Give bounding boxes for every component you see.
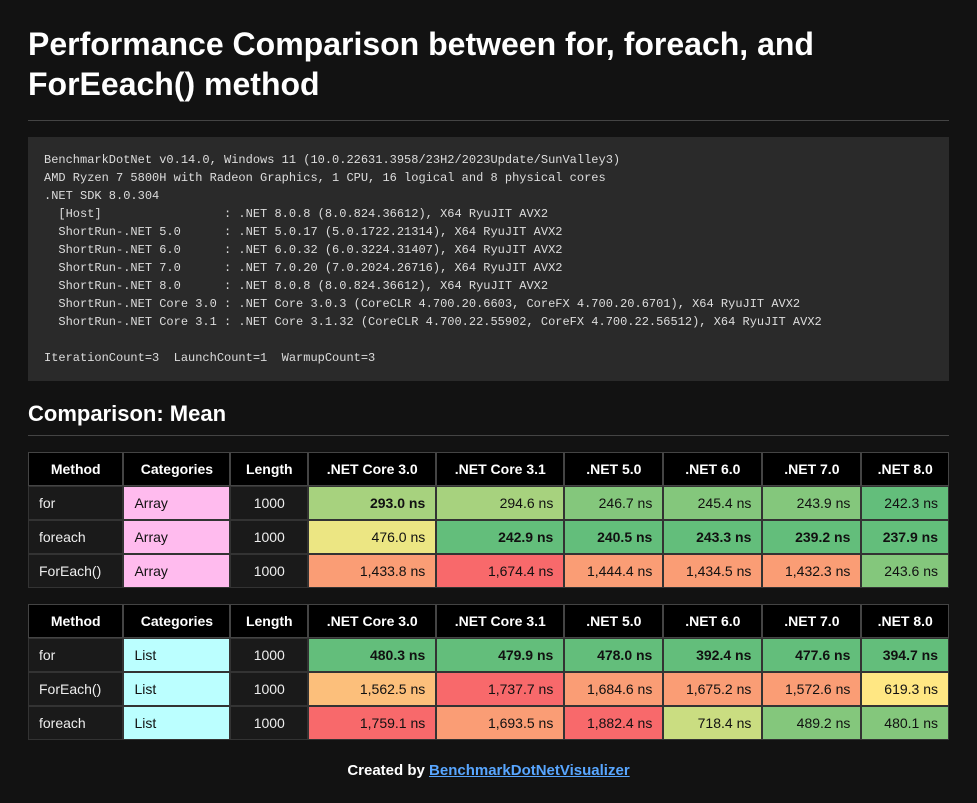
divider <box>28 120 949 121</box>
value-cell: 1,693.5 ns <box>436 706 564 740</box>
value-cell: 242.9 ns <box>436 520 564 554</box>
category-cell: List <box>123 672 230 706</box>
value-cell: 489.2 ns <box>762 706 861 740</box>
category-cell: Array <box>123 486 230 520</box>
col-header: .NET 6.0 <box>663 604 762 638</box>
value-cell: 246.7 ns <box>564 486 663 520</box>
footer-prefix: Created by <box>347 762 429 779</box>
value-cell: 1,434.5 ns <box>663 554 762 588</box>
method-cell: ForEach() <box>28 554 123 588</box>
value-cell: 293.0 ns <box>308 486 436 520</box>
value-cell: 240.5 ns <box>564 520 663 554</box>
length-cell: 1000 <box>230 638 308 672</box>
category-cell: Array <box>123 554 230 588</box>
category-cell: List <box>123 638 230 672</box>
category-cell: Array <box>123 520 230 554</box>
divider <box>28 435 949 436</box>
value-cell: 394.7 ns <box>861 638 949 672</box>
col-header: Length <box>230 452 308 486</box>
col-header: Length <box>230 604 308 638</box>
col-header: Categories <box>123 604 230 638</box>
value-cell: 1,675.2 ns <box>663 672 762 706</box>
length-cell: 1000 <box>230 520 308 554</box>
category-cell: List <box>123 706 230 740</box>
value-cell: 1,737.7 ns <box>436 672 564 706</box>
environment-info: BenchmarkDotNet v0.14.0, Windows 11 (10.… <box>28 137 949 381</box>
value-cell: 1,562.5 ns <box>308 672 436 706</box>
value-cell: 1,432.3 ns <box>762 554 861 588</box>
value-cell: 480.3 ns <box>308 638 436 672</box>
table-row: ForEach()Array10001,433.8 ns1,674.4 ns1,… <box>28 554 949 588</box>
value-cell: 480.1 ns <box>861 706 949 740</box>
value-cell: 1,433.8 ns <box>308 554 436 588</box>
method-cell: foreach <box>28 520 123 554</box>
table-row: forList1000480.3 ns479.9 ns478.0 ns392.4… <box>28 638 949 672</box>
col-header: .NET 6.0 <box>663 452 762 486</box>
method-cell: for <box>28 486 123 520</box>
value-cell: 243.3 ns <box>663 520 762 554</box>
value-cell: 479.9 ns <box>436 638 564 672</box>
col-header: .NET Core 3.0 <box>308 604 436 638</box>
comparison-heading: Comparison: Mean <box>28 401 949 427</box>
col-header: .NET Core 3.0 <box>308 452 436 486</box>
col-header: Categories <box>123 452 230 486</box>
footer: Created by BenchmarkDotNetVisualizer <box>28 762 949 779</box>
col-header: .NET 8.0 <box>861 604 949 638</box>
col-header: Method <box>28 604 123 638</box>
value-cell: 294.6 ns <box>436 486 564 520</box>
col-header: .NET Core 3.1 <box>436 452 564 486</box>
length-cell: 1000 <box>230 554 308 588</box>
value-cell: 239.2 ns <box>762 520 861 554</box>
value-cell: 1,674.4 ns <box>436 554 564 588</box>
method-cell: for <box>28 638 123 672</box>
footer-link[interactable]: BenchmarkDotNetVisualizer <box>429 762 630 779</box>
value-cell: 245.4 ns <box>663 486 762 520</box>
value-cell: 478.0 ns <box>564 638 663 672</box>
table-row: foreachArray1000476.0 ns242.9 ns240.5 ns… <box>28 520 949 554</box>
value-cell: 477.6 ns <box>762 638 861 672</box>
col-header: .NET 7.0 <box>762 604 861 638</box>
benchmark-table: MethodCategoriesLength.NET Core 3.0.NET … <box>28 452 949 588</box>
value-cell: 1,759.1 ns <box>308 706 436 740</box>
value-cell: 243.9 ns <box>762 486 861 520</box>
value-cell: 237.9 ns <box>861 520 949 554</box>
col-header: .NET 5.0 <box>564 452 663 486</box>
table-row: foreachList10001,759.1 ns1,693.5 ns1,882… <box>28 706 949 740</box>
col-header: .NET Core 3.1 <box>436 604 564 638</box>
table-row: ForEach()List10001,562.5 ns1,737.7 ns1,6… <box>28 672 949 706</box>
value-cell: 242.3 ns <box>861 486 949 520</box>
value-cell: 1,882.4 ns <box>564 706 663 740</box>
value-cell: 1,684.6 ns <box>564 672 663 706</box>
length-cell: 1000 <box>230 706 308 740</box>
value-cell: 718.4 ns <box>663 706 762 740</box>
table-row: forArray1000293.0 ns294.6 ns246.7 ns245.… <box>28 486 949 520</box>
method-cell: ForEach() <box>28 672 123 706</box>
value-cell: 1,572.6 ns <box>762 672 861 706</box>
method-cell: foreach <box>28 706 123 740</box>
length-cell: 1000 <box>230 486 308 520</box>
value-cell: 1,444.4 ns <box>564 554 663 588</box>
tables-container: MethodCategoriesLength.NET Core 3.0.NET … <box>28 452 949 740</box>
value-cell: 476.0 ns <box>308 520 436 554</box>
page-title: Performance Comparison between for, fore… <box>28 24 949 104</box>
col-header: Method <box>28 452 123 486</box>
col-header: .NET 8.0 <box>861 452 949 486</box>
value-cell: 619.3 ns <box>861 672 949 706</box>
benchmark-table: MethodCategoriesLength.NET Core 3.0.NET … <box>28 604 949 740</box>
value-cell: 392.4 ns <box>663 638 762 672</box>
col-header: .NET 5.0 <box>564 604 663 638</box>
value-cell: 243.6 ns <box>861 554 949 588</box>
col-header: .NET 7.0 <box>762 452 861 486</box>
length-cell: 1000 <box>230 672 308 706</box>
